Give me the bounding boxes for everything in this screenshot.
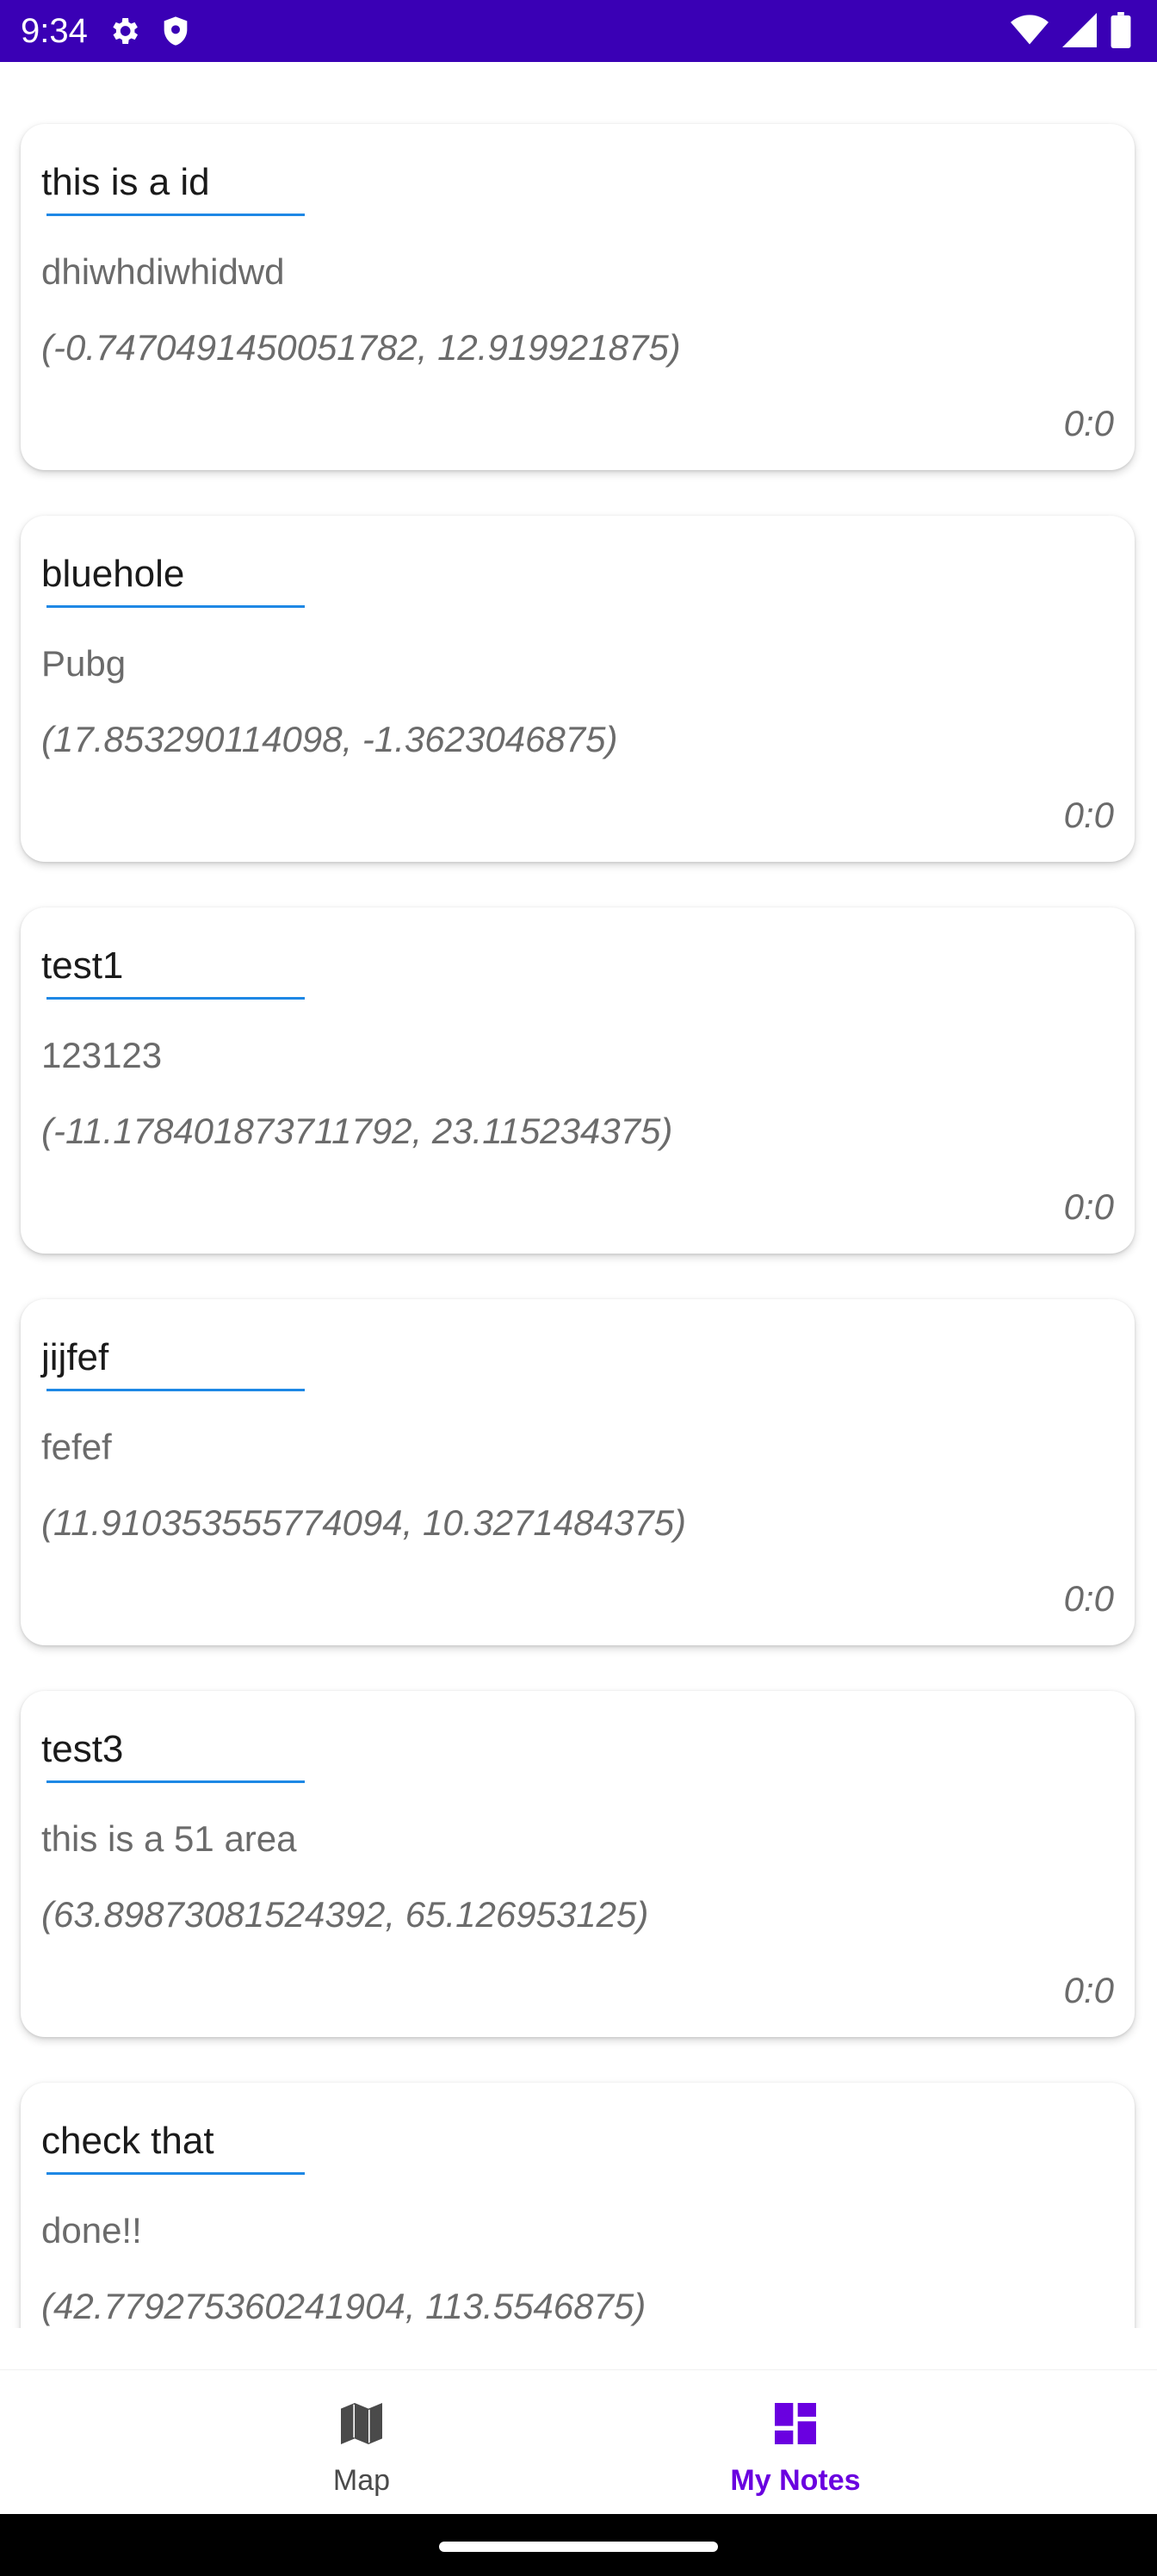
status-right-icons — [1011, 12, 1131, 53]
note-card[interactable]: test3 this is a 51 area (63.898730815243… — [21, 1691, 1135, 2037]
status-time: 9:34 — [21, 12, 88, 50]
battery-icon — [1111, 12, 1131, 53]
note-title-field[interactable]: test3 — [41, 1725, 123, 1774]
cell-signal-icon — [1062, 13, 1097, 52]
note-coordinates: (11.910353555774094, 10.3271484375) — [41, 1502, 686, 1543]
title-underline — [46, 1780, 305, 1783]
note-card[interactable]: jijfef fefef (11.910353555774094, 10.327… — [21, 1299, 1135, 1645]
title-underline — [46, 1389, 305, 1391]
title-underline — [46, 2172, 305, 2175]
status-bar: 9:34 — [0, 0, 1157, 62]
shield-icon — [158, 14, 193, 53]
note-time: 0:0 — [1063, 1578, 1114, 1619]
notes-list[interactable]: this is a id dhiwhdiwhidwd (-0.747049145… — [0, 62, 1157, 2328]
title-underline — [46, 605, 305, 608]
status-left-icons — [107, 14, 193, 53]
note-card[interactable]: check that done!! (42.779275360241904, 1… — [21, 2083, 1135, 2328]
note-description: this is a 51 area — [41, 1818, 297, 1859]
nav-item-my-notes[interactable]: My Notes — [506, 2370, 1085, 2515]
note-time: 0:0 — [1063, 403, 1114, 443]
note-title-field[interactable]: this is a id — [41, 158, 210, 207]
note-time: 0:0 — [1063, 1970, 1114, 2010]
note-time: 0:0 — [1063, 1186, 1114, 1227]
note-description: done!! — [41, 2210, 142, 2251]
note-description: 123123 — [41, 1035, 163, 1075]
wifi-icon — [1011, 13, 1049, 52]
title-underline — [46, 997, 305, 1000]
title-underline — [46, 214, 305, 216]
system-gesture-bar — [0, 2514, 1157, 2576]
home-gesture-handle[interactable] — [439, 2542, 718, 2552]
note-title-field[interactable]: check that — [41, 2117, 214, 2165]
note-coordinates: (42.779275360241904, 113.5546875) — [41, 2286, 647, 2326]
settings-gear-icon — [107, 14, 141, 53]
note-coordinates: (-11.178401873711792, 23.115234375) — [41, 1111, 673, 1151]
note-title-field[interactable]: test1 — [41, 942, 123, 990]
note-card[interactable]: test1 123123 (-11.178401873711792, 23.11… — [21, 907, 1135, 1254]
note-description: dhiwhdiwhidwd — [41, 251, 285, 292]
note-description: Pubg — [41, 643, 127, 684]
note-card[interactable]: this is a id dhiwhdiwhidwd (-0.747049145… — [21, 124, 1135, 470]
note-card[interactable]: bluehole Pubg (17.853290114098, -1.36230… — [21, 516, 1135, 862]
note-title-field[interactable]: jijfef — [41, 1334, 108, 1382]
map-icon — [334, 2396, 389, 2451]
bottom-navigation: Map My Notes — [0, 2369, 1157, 2515]
note-coordinates: (63.89873081524392, 65.126953125) — [41, 1894, 649, 1935]
app-screen: 9:34 this is a id dhiwhdiwhidwd (-0.7470… — [0, 0, 1157, 2576]
dashboard-icon — [768, 2396, 823, 2451]
nav-label-my-notes: My Notes — [730, 2464, 861, 2497]
note-description: fefef — [41, 1427, 112, 1467]
note-title-field[interactable]: bluehole — [41, 550, 184, 598]
note-coordinates: (-0.7470491450051782, 12.919921875) — [41, 327, 681, 368]
note-time: 0:0 — [1063, 795, 1114, 835]
note-coordinates: (17.853290114098, -1.3623046875) — [41, 719, 618, 759]
